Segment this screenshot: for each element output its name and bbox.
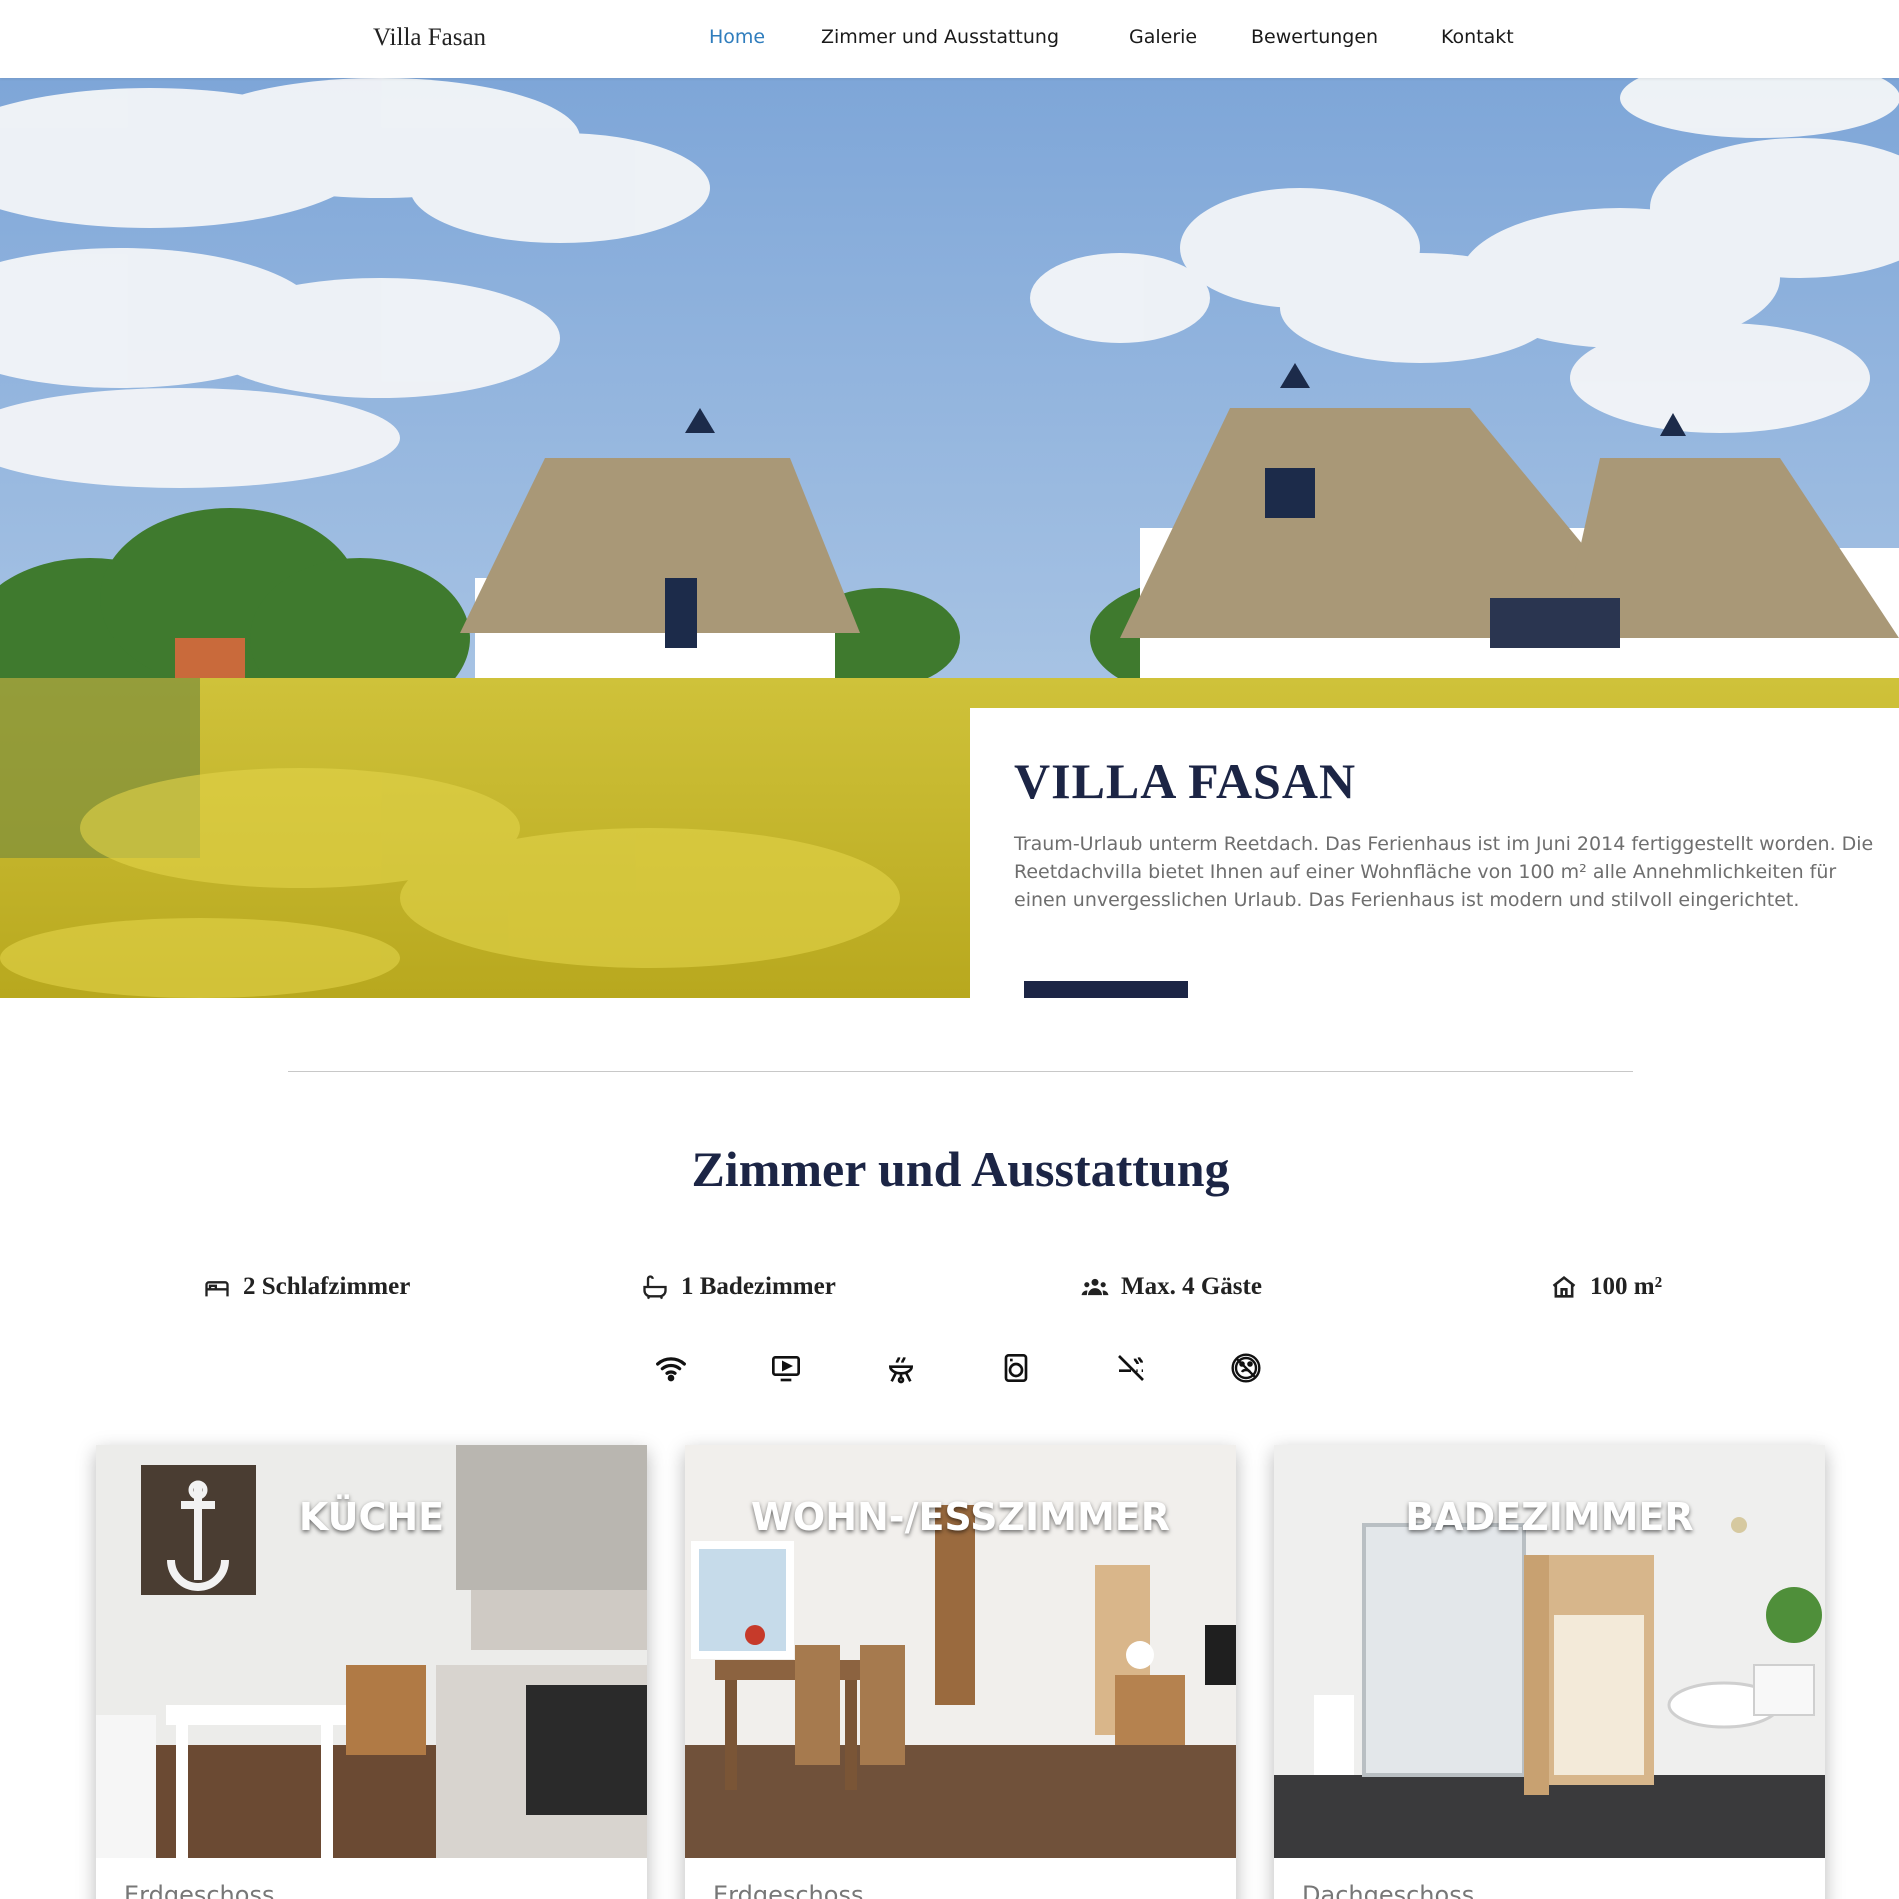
section-divider: [288, 1071, 1633, 1072]
no-smoking-icon: [1118, 1355, 1144, 1381]
amenity-no-smoking: [1113, 1350, 1149, 1386]
hero-description: Traum-Urlaub unterm Reetdach. Das Ferien…: [1014, 833, 1874, 911]
section-title: Zimmer und Ausstattung: [691, 1141, 1230, 1197]
hero-info-card: VILLA FASAN Traum-Urlaub unterm Reetdach…: [970, 708, 1899, 998]
stat-area: 100 m²: [1550, 1268, 1662, 1306]
room-title-kueche: KÜCHE: [298, 1495, 445, 1539]
nav-home[interactable]: Home: [709, 26, 765, 48]
room-card-kueche[interactable]: KÜCHE Erdgeschoss: [96, 1445, 647, 1899]
room-title-badezimmer: BADEZIMMER: [1405, 1495, 1694, 1539]
room-card-wohnzimmer[interactable]: WOHN-/ESSZIMMER Erdgeschoss: [685, 1445, 1236, 1899]
amenity-wifi: [653, 1350, 689, 1386]
room-image-kueche: KÜCHE: [96, 1445, 647, 1858]
stat-bedrooms: 2 Schlafzimmer: [203, 1268, 410, 1306]
wifi-icon: [656, 1357, 686, 1382]
stat-bathrooms-label: 1 Badezimmer: [681, 1273, 836, 1300]
bathtub-icon: [643, 1275, 667, 1300]
stat-guests-label: Max. 4 Gäste: [1121, 1273, 1262, 1300]
hero-title: VILLA FASAN: [1014, 753, 1357, 809]
room-title-wohnzimmer: WOHN-/ESSZIMMER: [750, 1495, 1170, 1539]
amenity-tv: [768, 1350, 804, 1386]
nav-kontakt[interactable]: Kontakt: [1441, 26, 1514, 48]
home-icon: [1552, 1276, 1576, 1298]
no-pets-icon: [1231, 1353, 1261, 1383]
stat-area-label: 100 m²: [1590, 1273, 1663, 1300]
room-floor-badezimmer: Dachgeschoss: [1302, 1881, 1475, 1899]
grill-icon: [888, 1357, 914, 1384]
room-image-badezimmer: BADEZIMMER: [1274, 1445, 1825, 1858]
room-image-wohnzimmer: WOHN-/ESSZIMMER: [685, 1445, 1236, 1858]
guests-icon: [1081, 1278, 1109, 1296]
nav-galerie[interactable]: Galerie: [1129, 26, 1197, 48]
washing-machine-icon: [1004, 1354, 1028, 1382]
stat-bedrooms-label: 2 Schlafzimmer: [243, 1273, 411, 1300]
kontakt-button[interactable]: KONTAKT: [1024, 981, 1188, 998]
stat-bathrooms: 1 Badezimmer: [641, 1268, 836, 1306]
amenity-grill: [883, 1350, 919, 1386]
nav-bewertungen[interactable]: Bewertungen: [1251, 26, 1378, 48]
site-logo[interactable]: Villa Fasan: [373, 24, 486, 52]
top-navigation: Villa Fasan Home Zimmer und Ausstattung …: [0, 0, 1899, 78]
room-card-badezimmer[interactable]: BADEZIMMER Dachgeschoss: [1274, 1445, 1825, 1899]
stat-guests: Max. 4 Gäste: [1081, 1268, 1262, 1306]
hero-section: VILLA FASAN Traum-Urlaub unterm Reetdach…: [0, 78, 1899, 998]
room-floor-kueche: Erdgeschoss: [124, 1881, 275, 1899]
bed-icon: [205, 1281, 229, 1297]
amenity-washing-machine: [998, 1350, 1034, 1386]
tv-icon: [772, 1356, 800, 1382]
room-floor-wohnzimmer: Erdgeschoss: [713, 1881, 864, 1899]
nav-zimmer[interactable]: Zimmer und Ausstattung: [821, 26, 1059, 48]
amenity-no-pets: [1228, 1350, 1264, 1386]
